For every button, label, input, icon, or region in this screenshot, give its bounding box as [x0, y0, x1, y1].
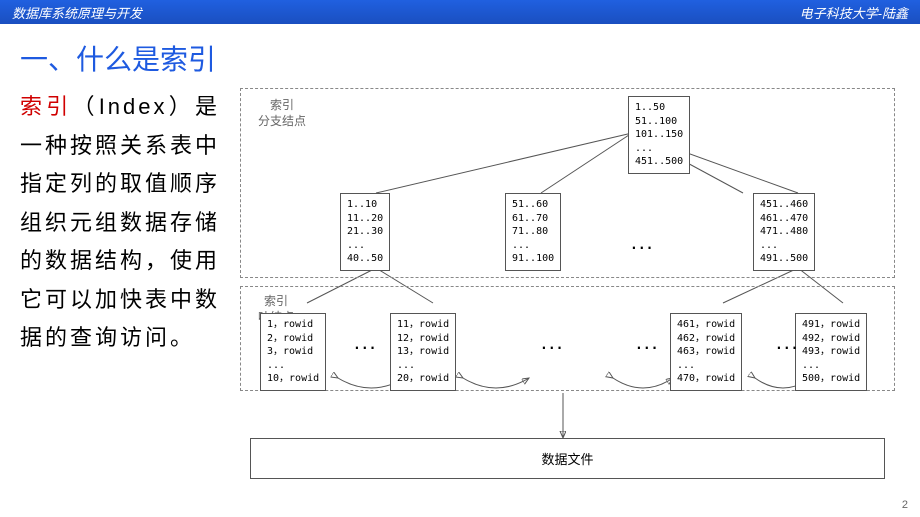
- branch-ellipsis: ...: [630, 238, 653, 253]
- term-definition: （Index）是一种按照关系表中指定列的取值顺序组织元组数据存储的数据结构，使用…: [20, 94, 220, 350]
- leaf-ellipsis-3: ...: [635, 338, 658, 353]
- branch-label: 索引 分支结点: [258, 98, 306, 129]
- branch-node-1: 1..10 11..20 21..30 ... 40..50: [340, 193, 390, 271]
- leaf-node-1: 1，rowid 2，rowid 3，rowid ... 10，rowid: [260, 313, 326, 391]
- slide-header: 数据库系统原理与开发 电子科技大学-陆鑫: [0, 0, 920, 24]
- leaf-ellipsis-4: ...: [775, 338, 798, 353]
- page-number: 2: [902, 499, 908, 511]
- leaf-node-3: 461，rowid 462，rowid 463，rowid ... 470，ro…: [670, 313, 742, 391]
- leaf-ellipsis-1: ...: [353, 338, 376, 353]
- leaf-ellipsis-2: ...: [540, 338, 563, 353]
- branch-node-3: 451..460 461..470 471..480 ... 491..500: [753, 193, 815, 271]
- header-right: 电子科技大学-陆鑫: [800, 3, 908, 22]
- branch-node-2: 51..60 61..70 71..80 ... 91..100: [505, 193, 561, 271]
- index-tree-diagram: 索引 分支结点 1..50 51..100 101..150 ... 451..…: [240, 88, 906, 508]
- description: 索引（Index）是一种按照关系表中指定列的取值顺序组织元组数据存储的数据结构，…: [20, 88, 220, 508]
- data-file-box: 数据文件: [250, 438, 885, 479]
- root-node: 1..50 51..100 101..150 ... 451..500: [628, 96, 690, 174]
- header-left: 数据库系统原理与开发: [12, 3, 142, 22]
- leaf-node-2: 11，rowid 12，rowid 13，rowid ... 20，rowid: [390, 313, 456, 391]
- term-highlight: 索引: [20, 94, 72, 119]
- leaf-node-4: 491，rowid 492，rowid 493，rowid ... 500，ro…: [795, 313, 867, 391]
- slide-title: 一、什么是索引: [20, 38, 920, 78]
